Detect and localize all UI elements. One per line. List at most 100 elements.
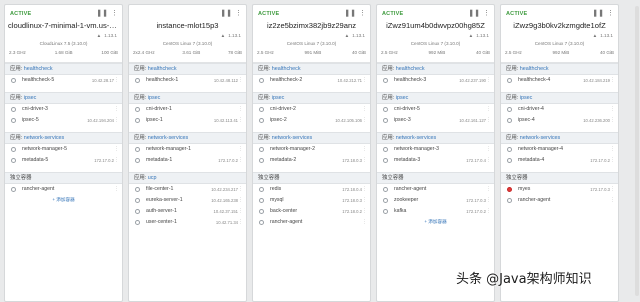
container-menu-icon[interactable]: ⋮ (486, 155, 491, 166)
host-name[interactable]: iz2ze5bzimx382jb9z29anz (256, 21, 367, 30)
container-name[interactable]: rancher-agent (22, 186, 54, 192)
page-scrollbar[interactable] (635, 6, 639, 296)
container-row[interactable]: rancher-agent ⋮ (377, 184, 494, 195)
container-menu-icon[interactable]: ⋮ (610, 115, 615, 126)
container-row[interactable]: ipsec-3 10.42.161.127 ⋮ (377, 115, 494, 126)
container-name[interactable]: network-manager-1 (146, 146, 191, 152)
container-menu-icon[interactable]: ⋮ (362, 144, 367, 155)
stack-name[interactable]: ipsec (396, 95, 409, 101)
container-name[interactable]: metadata-5 (22, 157, 48, 163)
stack-name[interactable]: network-services (272, 135, 312, 141)
pause-icon[interactable]: ❚❚ (96, 10, 108, 18)
container-row[interactable]: user-center-1 10.42.71.34 ⋮ (129, 217, 246, 228)
container-row[interactable]: ipsec-4 10.42.236.200 ⋮ (501, 115, 618, 126)
container-name[interactable]: rancher-agent (518, 197, 550, 203)
container-name[interactable]: cni-driver-2 (270, 106, 296, 112)
container-name[interactable]: file-center-1 (146, 186, 173, 192)
container-menu-icon[interactable]: ⋮ (114, 155, 119, 166)
container-row[interactable]: network-manager-2 ⋮ (253, 144, 370, 155)
container-menu-icon[interactable]: ⋮ (486, 75, 491, 86)
container-name[interactable]: ipsec-2 (270, 117, 287, 123)
container-row[interactable]: healthcheck-2 10.42.212.71 ⋮ (253, 75, 370, 86)
stack-title[interactable]: 应用: network-services (377, 132, 494, 144)
pause-icon[interactable]: ❚❚ (592, 10, 604, 18)
container-name[interactable]: redis (270, 186, 281, 192)
stack-name[interactable]: healthcheck (396, 66, 425, 72)
container-row[interactable]: cni-driver-1 ⋮ (129, 104, 246, 115)
stack-name[interactable]: healthcheck (272, 66, 301, 72)
container-menu-icon[interactable]: ⋮ (114, 144, 119, 155)
container-name[interactable]: cni-driver-3 (22, 106, 48, 112)
stack-name[interactable]: ipsec (520, 95, 533, 101)
container-name[interactable]: ipsec-3 (394, 117, 411, 123)
container-name[interactable]: healthcheck-3 (394, 77, 426, 83)
pause-icon[interactable]: ❚❚ (220, 10, 232, 18)
container-name[interactable]: myes (518, 186, 530, 192)
container-row[interactable]: auth-server-1 10.42.37.151 ⋮ (129, 206, 246, 217)
container-name[interactable]: metadata-3 (394, 157, 420, 163)
container-menu-icon[interactable]: ⋮ (238, 206, 243, 217)
container-row[interactable]: ipsec-2 10.42.105.106 ⋮ (253, 115, 370, 126)
stack-title[interactable]: 应用: ipsec (129, 92, 246, 104)
stack-title[interactable]: 应用: network-services (5, 132, 122, 144)
container-menu-icon[interactable]: ⋮ (610, 144, 615, 155)
container-menu-icon[interactable]: ⋮ (362, 75, 367, 86)
container-menu-icon[interactable]: ⋮ (486, 144, 491, 155)
stack-title[interactable]: 应用: healthcheck (377, 63, 494, 75)
stack-name[interactable]: healthcheck (24, 66, 53, 72)
container-row[interactable]: metadata-3 172.17.0.4 ⋮ (377, 155, 494, 166)
container-row[interactable]: ipsec-1 10.42.113.41 ⋮ (129, 115, 246, 126)
container-menu-icon[interactable]: ⋮ (610, 75, 615, 86)
container-menu-icon[interactable]: ⋮ (486, 115, 491, 126)
stack-title[interactable]: 应用: ipsec (377, 92, 494, 104)
container-menu-icon[interactable]: ⋮ (238, 115, 243, 126)
container-row[interactable]: cni-driver-5 ⋮ (377, 104, 494, 115)
container-row[interactable]: healthcheck-5 10.42.28.17 ⋮ (5, 75, 122, 86)
container-name[interactable]: metadata-2 (270, 157, 296, 163)
container-row[interactable]: metadata-4 172.17.0.2 ⋮ (501, 155, 618, 166)
container-menu-icon[interactable]: ⋮ (486, 195, 491, 206)
container-name[interactable]: cni-driver-4 (518, 106, 544, 112)
container-menu-icon[interactable]: ⋮ (238, 75, 243, 86)
stack-name[interactable]: ipsec (148, 95, 161, 101)
container-row[interactable]: network-manager-1 ⋮ (129, 144, 246, 155)
host-name[interactable]: iZwz9g3b0kv2kzmgdte1ofZ (504, 21, 615, 30)
container-row[interactable]: cni-driver-4 ⋮ (501, 104, 618, 115)
add-container-button[interactable]: + 添加容器 (377, 217, 494, 227)
stack-title[interactable]: 应用: healthcheck (129, 63, 246, 75)
stack-title[interactable]: 独立容器 (377, 172, 494, 184)
container-menu-icon[interactable]: ⋮ (362, 217, 367, 228)
container-menu-icon[interactable]: ⋮ (238, 184, 243, 195)
container-name[interactable]: healthcheck-5 (22, 77, 54, 83)
stack-title[interactable]: 独立容器 (253, 172, 370, 184)
pause-icon[interactable]: ❚❚ (344, 10, 356, 18)
container-name[interactable]: ipsec-5 (22, 117, 39, 123)
stack-title[interactable]: 应用: ipsec (501, 92, 618, 104)
stack-title[interactable]: 应用: ipsec (253, 92, 370, 104)
container-menu-icon[interactable]: ⋮ (238, 195, 243, 206)
host-name[interactable]: iZwz91um4b0dwvpz00hg85Z (380, 21, 491, 30)
stack-title[interactable]: 应用: network-services (253, 132, 370, 144)
stack-title[interactable]: 应用: network-services (501, 132, 618, 144)
stack-title[interactable]: 应用: healthcheck (253, 63, 370, 75)
pause-icon[interactable]: ❚❚ (468, 10, 480, 18)
container-name[interactable]: zookeeper (394, 197, 418, 203)
container-row[interactable]: zookeeper 172.17.0.3 ⋮ (377, 195, 494, 206)
container-name[interactable]: healthcheck-1 (146, 77, 178, 83)
container-row[interactable]: network-manager-3 ⋮ (377, 144, 494, 155)
container-row[interactable]: healthcheck-4 10.42.184.219 ⋮ (501, 75, 618, 86)
container-name[interactable]: network-manager-4 (518, 146, 563, 152)
add-container-button[interactable]: + 添加容器 (5, 195, 122, 205)
container-name[interactable]: healthcheck-2 (270, 77, 302, 83)
stack-name[interactable]: network-services (520, 135, 560, 141)
more-menu-icon[interactable]: ⋮ (235, 10, 242, 18)
container-menu-icon[interactable]: ⋮ (114, 115, 119, 126)
container-row[interactable]: metadata-2 172.18.0.3 ⋮ (253, 155, 370, 166)
container-menu-icon[interactable]: ⋮ (486, 104, 491, 115)
container-menu-icon[interactable]: ⋮ (610, 104, 615, 115)
stack-name[interactable]: ipsec (24, 95, 37, 101)
container-name[interactable]: network-manager-5 (22, 146, 67, 152)
container-row[interactable]: metadata-1 172.17.0.2 ⋮ (129, 155, 246, 166)
stack-title[interactable]: 应用: ipsec (5, 92, 122, 104)
container-row[interactable]: back-center 172.18.0.2 ⋮ (253, 206, 370, 217)
